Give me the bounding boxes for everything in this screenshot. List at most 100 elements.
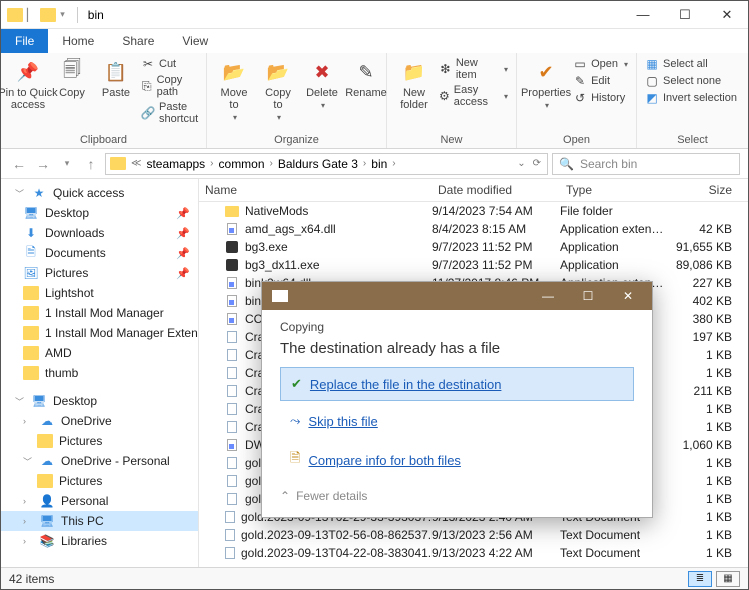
file-size: 1,060 KB <box>668 438 748 452</box>
open-button[interactable]: ▭Open▾ <box>573 57 628 71</box>
sidebar-item[interactable]: 1 Install Mod Manager <box>1 303 198 323</box>
sidebar-item[interactable]: 1 Install Mod Manager Exten <box>1 323 198 343</box>
file-row[interactable]: amd_ags_x64.dll8/4/2023 8:15 AMApplicati… <box>199 220 748 238</box>
chevron-right-icon[interactable]: › <box>361 158 368 169</box>
properties-button[interactable]: ✔Properties▾ <box>525 57 567 112</box>
replace-file-option[interactable]: ✔ Replace the file in the destination <box>280 367 634 401</box>
copy-to-button[interactable]: 📂Copy to▾ <box>259 57 297 124</box>
select-all-button[interactable]: ▦Select all <box>645 57 737 71</box>
fewer-details-toggle[interactable]: ⌃ Fewer details <box>280 489 634 503</box>
sidebar-item[interactable]: Lightshot <box>1 283 198 303</box>
select-none-button[interactable]: ▢Select none <box>645 74 737 88</box>
history-button[interactable]: ↺History <box>573 91 628 105</box>
compare-files-option[interactable]: 🗎 Compare info for both files <box>280 441 634 479</box>
sidebar-item[interactable]: 🗎Documents📌 <box>1 243 198 263</box>
new-folder-button[interactable]: 📁New folder <box>395 57 433 113</box>
dialog-titlebar[interactable]: — ☐ ✕ <box>262 282 652 310</box>
back-button[interactable]: ← <box>9 154 29 174</box>
tab-view[interactable]: View <box>168 29 222 53</box>
folder-icon <box>40 8 56 22</box>
file-row[interactable]: bg3_dx11.exe9/7/2023 11:52 PMApplication… <box>199 256 748 274</box>
sidebar-item[interactable]: Pictures <box>1 471 198 491</box>
col-name[interactable]: Name <box>199 179 432 201</box>
address-dropdown[interactable]: ⌄ <box>515 158 527 169</box>
move-to-button[interactable]: 📂Move to▾ <box>215 57 253 124</box>
sidebar-item[interactable]: AMD <box>1 343 198 363</box>
sidebar-item[interactable]: thumb <box>1 363 198 383</box>
chevron-right-icon[interactable]: › <box>268 158 275 169</box>
column-headers[interactable]: Name Date modified Type Size <box>199 179 748 202</box>
forward-button[interactable]: → <box>33 154 53 174</box>
file-row[interactable]: gold.2023-09-13T04-22-08-383041.log9/13/… <box>199 544 748 562</box>
dialog-minimize-button[interactable]: — <box>528 285 568 307</box>
crumb[interactable]: steamapps <box>146 157 205 171</box>
up-button[interactable]: ↑ <box>81 154 101 174</box>
chevron-right-icon[interactable]: › <box>390 158 397 169</box>
tab-file[interactable]: File <box>1 29 48 53</box>
recent-button[interactable]: ▾ <box>57 154 77 174</box>
sidebar-desktop[interactable]: ﹀🖥Desktop <box>1 391 198 411</box>
edit-button[interactable]: ✎Edit <box>573 74 628 88</box>
file-name: bg3_dx11.exe <box>245 258 320 272</box>
search-input[interactable]: 🔍 Search bin <box>552 153 740 175</box>
col-type[interactable]: Type <box>560 179 668 201</box>
tab-home[interactable]: Home <box>48 29 108 53</box>
crumb[interactable]: common <box>219 157 265 171</box>
sidebar-libraries[interactable]: ›📚Libraries <box>1 531 198 551</box>
refresh-button[interactable]: ⟳ <box>531 158 543 169</box>
checkmark-icon: ✔ <box>291 376 302 392</box>
close-button[interactable]: ✕ <box>706 3 748 27</box>
sidebar-item[interactable]: 🖼Pictures📌 <box>1 263 198 283</box>
group-label: Organize <box>215 132 378 146</box>
rename-button[interactable]: ✎Rename <box>347 57 385 101</box>
file-row[interactable]: bg3.exe9/7/2023 11:52 PMApplication91,65… <box>199 238 748 256</box>
crumb[interactable]: bin <box>371 157 387 171</box>
dialog-maximize-button[interactable]: ☐ <box>568 285 608 307</box>
paste-button[interactable]: 📋Paste <box>97 57 135 101</box>
details-view-button[interactable]: ≣ <box>688 571 712 587</box>
crumb[interactable]: Baldurs Gate 3 <box>278 157 358 171</box>
group-label: New <box>395 132 508 146</box>
chevron-icon[interactable]: ≪ <box>129 158 143 169</box>
cut-button[interactable]: ✂Cut <box>141 57 198 71</box>
col-date[interactable]: Date modified <box>432 179 560 201</box>
copy-path-button[interactable]: ⎘Copy path <box>141 74 198 98</box>
move-icon: 📂 <box>221 59 247 85</box>
delete-icon: ✖ <box>309 59 335 85</box>
breadcrumb[interactable]: ≪ steamapps› common› Baldurs Gate 3› bin… <box>105 153 548 175</box>
sidebar-quick-access[interactable]: ﹀★Quick access <box>1 183 198 203</box>
new-item-button[interactable]: ❇New item▾ <box>439 57 508 81</box>
delete-button[interactable]: ✖Delete▾ <box>303 57 341 112</box>
paste-shortcut-button[interactable]: 🔗Paste shortcut <box>141 101 198 125</box>
file-row[interactable]: gold.2023-09-13T02-56-08-862537.log9/13/… <box>199 526 748 544</box>
tab-share[interactable]: Share <box>108 29 168 53</box>
col-size[interactable]: Size <box>668 179 748 201</box>
dialog-heading: The destination already has a file <box>280 340 634 357</box>
chevron-right-icon[interactable]: › <box>208 158 215 169</box>
sidebar-item[interactable]: 🖥Desktop📌 <box>1 203 198 223</box>
large-icons-view-button[interactable]: ▦ <box>716 571 740 587</box>
file-size: 1 KB <box>668 474 748 488</box>
qat-dropdown[interactable]: ▾ <box>60 9 65 20</box>
folder-icon <box>37 434 53 448</box>
option-label: Compare info for both files <box>308 453 460 468</box>
navigation-pane[interactable]: ﹀★Quick access 🖥Desktop📌⬇Downloads📌🗎Docu… <box>1 179 199 569</box>
sidebar-onedrive[interactable]: ›☁OneDrive <box>1 411 198 431</box>
sidebar-this-pc[interactable]: ›🖥This PC <box>1 511 198 531</box>
skip-file-option[interactable]: ⤳ Skip this file <box>280 405 634 437</box>
sidebar-onedrive-personal[interactable]: ﹀☁OneDrive - Personal <box>1 451 198 471</box>
copy-button[interactable]: 🗐Copy <box>53 57 91 101</box>
search-icon: 🔍 <box>559 157 574 171</box>
easy-access-button[interactable]: ⚙Easy access▾ <box>439 84 508 108</box>
star-icon: ★ <box>31 186 47 200</box>
sidebar-item[interactable]: Pictures <box>1 431 198 451</box>
sidebar-personal[interactable]: ›👤Personal <box>1 491 198 511</box>
dialog-close-button[interactable]: ✕ <box>608 285 648 307</box>
invert-selection-button[interactable]: ◩Invert selection <box>645 91 737 105</box>
file-size: 1 KB <box>668 420 748 434</box>
pin-quick-access-button[interactable]: 📌Pin to Quick access <box>9 57 47 113</box>
minimize-button[interactable]: — <box>622 3 664 27</box>
maximize-button[interactable]: ☐ <box>664 3 706 27</box>
file-row[interactable]: NativeMods9/14/2023 7:54 AMFile folder <box>199 202 748 220</box>
sidebar-item[interactable]: ⬇Downloads📌 <box>1 223 198 243</box>
